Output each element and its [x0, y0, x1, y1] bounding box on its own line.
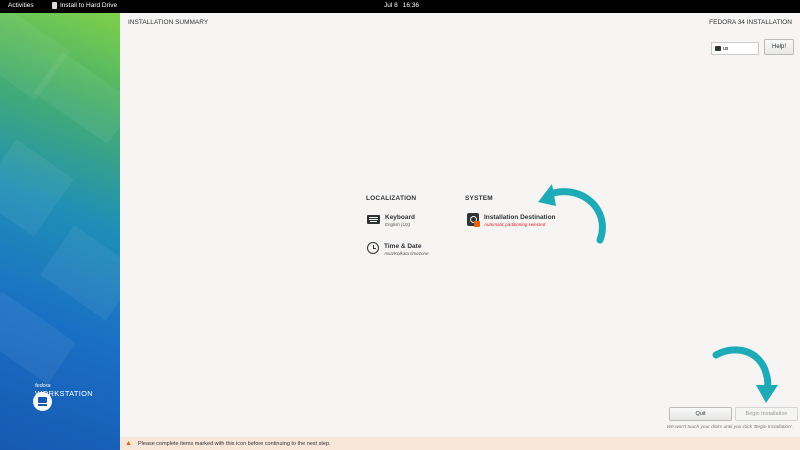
top-bar: Activities Install to Hard Drive Jul 8 16… — [0, 0, 800, 13]
disk-safety-note: We won't touch your disks until you clic… — [666, 425, 793, 430]
installer-icon — [52, 2, 57, 9]
clock-time: 16:36 — [402, 2, 420, 9]
sidebar: fedora WORKSTATION — [0, 13, 120, 450]
hard-disk-warning-icon — [467, 213, 480, 227]
clock-date: Jul 8 — [384, 2, 398, 9]
activities-button[interactable]: Activities — [8, 2, 34, 9]
system-heading: SYSTEM — [465, 195, 493, 202]
time-date-spoke-label: Time & Date — [384, 243, 422, 250]
keyboard-spoke-status: English (US) — [385, 222, 411, 227]
clock-icon — [367, 242, 379, 254]
keyboard-layout-value: us — [723, 45, 729, 52]
localization-heading: LOCALIZATION — [366, 195, 417, 202]
keyboard-spoke-label: Keyboard — [385, 214, 415, 221]
clock[interactable]: Jul 8 16:36 — [384, 2, 419, 9]
page-title: INSTALLATION SUMMARY — [128, 19, 209, 26]
keyboard-icon — [367, 215, 380, 224]
app-menu-label: Install to Hard Drive — [60, 2, 118, 9]
time-date-spoke[interactable]: Time & Date Asia/Kolkata timezone — [367, 242, 429, 256]
arrow-to-destination-icon — [538, 184, 606, 244]
quit-button[interactable]: Quit — [669, 407, 732, 421]
keyboard-layout-indicator[interactable]: us — [711, 42, 759, 55]
product-title: FEDORA 34 INSTALLATION — [709, 19, 792, 26]
help-button[interactable]: Help! — [764, 39, 794, 55]
warning-message: Please complete items marked with this i… — [137, 440, 331, 447]
main-panel: INSTALLATION SUMMARY FEDORA 34 INSTALLAT… — [120, 13, 800, 437]
keyboard-spoke[interactable]: Keyboard English (US) — [367, 213, 415, 227]
time-date-spoke-status: Asia/Kolkata timezone — [384, 251, 429, 256]
arrow-to-begin-icon — [712, 346, 778, 403]
app-menu[interactable]: Install to Hard Drive — [52, 2, 117, 9]
keyboard-icon — [715, 46, 721, 51]
workstation-logo-icon — [33, 392, 52, 411]
warning-bar: ▲ Please complete items marked with this… — [120, 437, 800, 450]
warning-icon: ▲ — [125, 440, 132, 447]
begin-installation-button[interactable]: Begin Installation — [735, 407, 798, 421]
